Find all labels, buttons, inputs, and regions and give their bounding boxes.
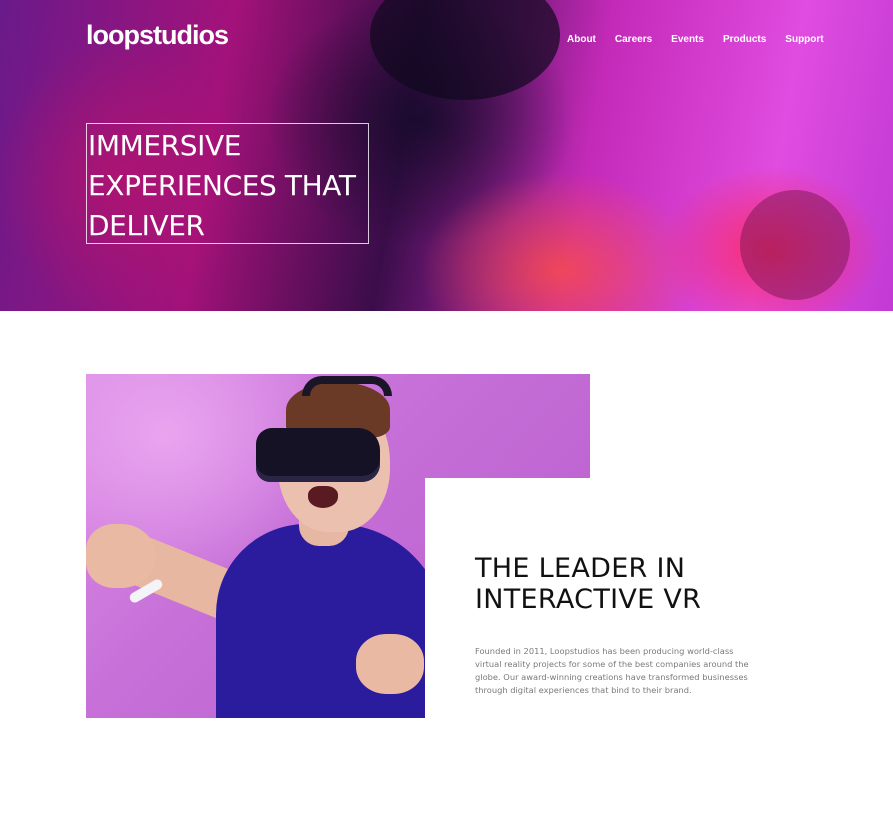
about-title-line2: INTERACTIVE VR [475, 584, 702, 615]
logo[interactable]: loopstudios [86, 20, 229, 51]
hero-background-image [370, 0, 560, 100]
hero-highlight [740, 190, 850, 300]
nav-link-events[interactable]: Events [671, 34, 704, 45]
person-hand-right [356, 634, 424, 694]
person-shirt [216, 524, 446, 718]
hero-headline: IMMERSIVE EXPERIENCES THAT DELIVER [88, 129, 356, 242]
nav-link-about[interactable]: About [567, 34, 596, 45]
about-description: Founded in 2011, Loopstudios has been pr… [475, 646, 749, 695]
hero-section: loopstudios About Careers Events Product… [0, 0, 893, 311]
person-mouth [308, 486, 338, 508]
headset-strap [302, 376, 392, 396]
about-title-line1: THE LEADER IN [475, 553, 686, 584]
hero-headline-box: IMMERSIVE EXPERIENCES THAT DELIVER [86, 123, 369, 244]
about-title: THE LEADER IN INTERACTIVE VR [475, 553, 701, 615]
nav-link-support[interactable]: Support [785, 34, 823, 45]
nav-link-products[interactable]: Products [723, 34, 766, 45]
nav-link-careers[interactable]: Careers [615, 34, 652, 45]
main-nav: About Careers Events Products Support [567, 34, 843, 45]
person-hand-left [86, 524, 156, 588]
vr-headset [256, 428, 380, 482]
